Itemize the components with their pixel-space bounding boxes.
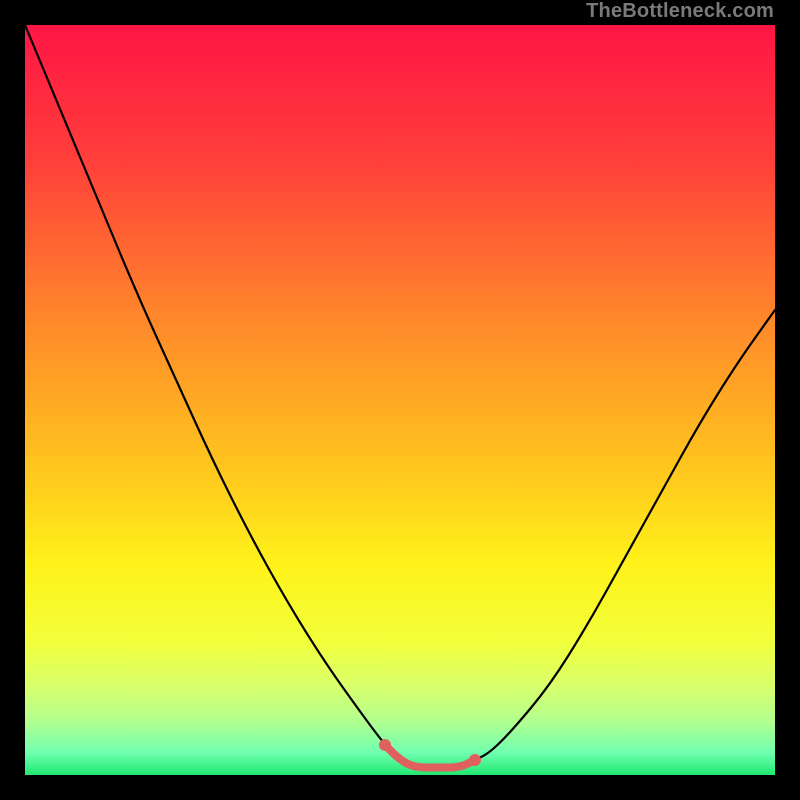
chart-frame: TheBottleneck.com <box>0 0 800 800</box>
chart-svg <box>25 25 775 775</box>
gradient-background <box>25 25 775 775</box>
watermark-label: TheBottleneck.com <box>586 0 774 23</box>
plot-area <box>25 25 775 775</box>
